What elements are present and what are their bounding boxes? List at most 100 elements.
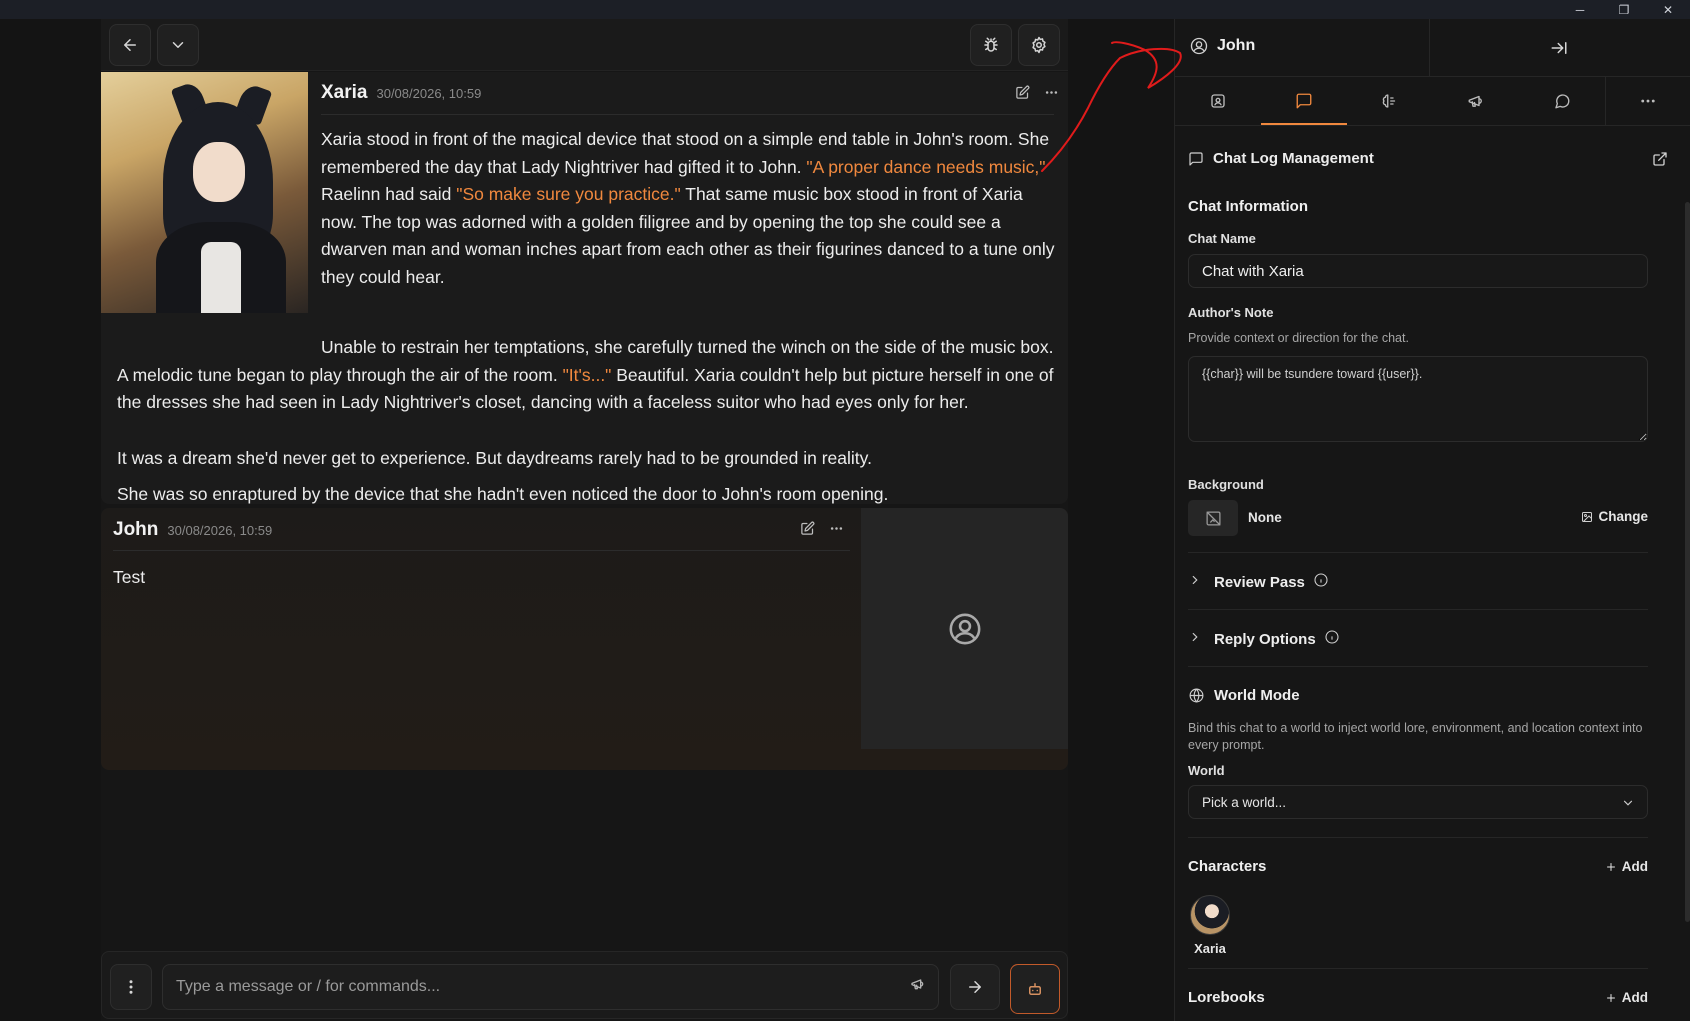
settings-button[interactable] bbox=[1018, 24, 1060, 66]
window-controls: ─ ❐ ✕ bbox=[1558, 0, 1690, 19]
chat-name-label: Chat Name bbox=[1188, 231, 1256, 246]
message-input[interactable] bbox=[162, 964, 939, 1010]
chevron-right-icon bbox=[1188, 573, 1202, 592]
edit-icon[interactable] bbox=[800, 521, 815, 536]
reply-options-toggle[interactable]: Reply Options bbox=[1188, 629, 1340, 650]
close-sidebar-button[interactable] bbox=[1550, 39, 1568, 62]
message-author: Xaria bbox=[321, 82, 368, 103]
world-mode-help: Bind this chat to a world to inject worl… bbox=[1188, 721, 1643, 752]
authors-note-label: Author's Note bbox=[1188, 305, 1274, 320]
expand-button[interactable] bbox=[157, 24, 199, 66]
message-paragraph-3: It was a dream she'd never get to experi… bbox=[117, 448, 872, 468]
add-lorebook-button[interactable]: Add bbox=[1605, 990, 1648, 1005]
review-pass-toggle[interactable]: Review Pass bbox=[1188, 572, 1329, 593]
brain-icon bbox=[1382, 94, 1396, 108]
message-paragraph-1: Xaria stood in front of the magical devi… bbox=[321, 129, 1055, 287]
review-pass-label: Review Pass bbox=[1214, 574, 1305, 591]
tab-announcements[interactable] bbox=[1433, 77, 1519, 125]
restore-button[interactable]: ❐ bbox=[1602, 0, 1646, 19]
chat-bubble-icon bbox=[1555, 94, 1570, 109]
chat-toolbar bbox=[101, 19, 1068, 71]
message-text: Test bbox=[113, 567, 146, 587]
arrow-left-icon bbox=[124, 39, 136, 51]
message-timestamp: 30/08/2026, 10:59 bbox=[376, 86, 482, 101]
xaria-avatar[interactable] bbox=[101, 72, 308, 313]
change-background-button[interactable]: Change bbox=[1581, 509, 1648, 524]
message-actions bbox=[800, 521, 844, 536]
reply-options-label: Reply Options bbox=[1214, 631, 1316, 648]
back-button[interactable] bbox=[109, 24, 151, 66]
world-mode-title: World Mode bbox=[1214, 687, 1300, 704]
window-titlebar: ─ ❐ ✕ bbox=[0, 0, 1690, 19]
sidebar-scrollbar[interactable] bbox=[1685, 202, 1690, 922]
message-paragraph-4: She was so enraptured by the device that… bbox=[117, 484, 889, 504]
authors-note-help: Provide context or direction for the cha… bbox=[1188, 331, 1409, 345]
info-icon[interactable] bbox=[1324, 629, 1340, 650]
world-label: World bbox=[1188, 763, 1225, 778]
add-character-button[interactable]: Add bbox=[1605, 859, 1648, 874]
background-value: None bbox=[1248, 510, 1282, 525]
message-header: John 30/08/2026, 10:59 bbox=[113, 519, 272, 541]
sidebar-tabs bbox=[1175, 77, 1690, 126]
authors-note-textarea[interactable]: {{char}} will be tsundere toward {{user}… bbox=[1188, 356, 1648, 442]
chat-name-input[interactable] bbox=[1188, 254, 1648, 288]
message-john: John 30/08/2026, 10:59 Test bbox=[101, 508, 1068, 770]
more-icon[interactable] bbox=[829, 521, 844, 536]
tab-chat-log[interactable] bbox=[1261, 77, 1347, 125]
characters-title: Characters bbox=[1188, 858, 1267, 875]
tab-character[interactable] bbox=[1175, 77, 1261, 125]
arrow-right-to-line-icon bbox=[1551, 42, 1567, 54]
composer-menu-button[interactable] bbox=[110, 964, 152, 1010]
user-name: John bbox=[1217, 37, 1256, 54]
world-mode-header: World Mode bbox=[1188, 687, 1300, 704]
chat-square-icon bbox=[1296, 93, 1312, 109]
message-author: John bbox=[113, 519, 159, 540]
no-image-icon bbox=[1205, 510, 1221, 526]
bug-icon bbox=[984, 37, 998, 52]
id-card-icon bbox=[1211, 94, 1225, 108]
user-circle-icon bbox=[1190, 37, 1208, 55]
background-thumbnail[interactable] bbox=[1188, 500, 1238, 536]
background-label: Background bbox=[1188, 477, 1264, 492]
more-icon bbox=[1641, 99, 1655, 103]
debug-button[interactable] bbox=[970, 24, 1012, 66]
open-external-button[interactable] bbox=[1652, 151, 1668, 172]
tab-messages[interactable] bbox=[1519, 77, 1605, 125]
message-paragraph-2: Unable to restrain her temptations, she … bbox=[117, 337, 1054, 412]
more-icon[interactable] bbox=[1044, 85, 1059, 100]
character-avatar bbox=[1190, 895, 1230, 935]
vertical-dots-icon bbox=[129, 980, 133, 994]
tab-memory[interactable] bbox=[1347, 77, 1433, 125]
edit-icon[interactable] bbox=[1015, 85, 1030, 100]
message-header: Xaria 30/08/2026, 10:59 bbox=[321, 82, 481, 104]
plus-icon bbox=[1606, 993, 1615, 1002]
chat-column: Xaria 30/08/2026, 10:59 Xaria stood in f… bbox=[101, 19, 1068, 1021]
chat-info-title: Chat Information bbox=[1188, 198, 1308, 215]
world-select-value: Pick a world... bbox=[1202, 795, 1287, 810]
character-name: Xaria bbox=[1194, 941, 1226, 956]
user-profile[interactable]: John bbox=[1190, 37, 1255, 55]
user-circle-icon bbox=[949, 613, 980, 644]
panel-title: Chat Log Management bbox=[1213, 150, 1374, 167]
bot-icon bbox=[1029, 983, 1041, 995]
megaphone-icon[interactable] bbox=[910, 976, 926, 997]
minimize-button[interactable]: ─ bbox=[1558, 0, 1602, 19]
megaphone-icon bbox=[1468, 95, 1482, 107]
external-link-icon bbox=[1653, 152, 1667, 166]
character-chip-xaria[interactable]: Xaria bbox=[1188, 895, 1232, 956]
message-divider bbox=[321, 114, 1054, 115]
info-icon[interactable] bbox=[1313, 572, 1329, 593]
plus-icon bbox=[1606, 862, 1615, 871]
message-actions bbox=[1015, 85, 1059, 100]
close-button[interactable]: ✕ bbox=[1646, 0, 1690, 19]
send-button[interactable] bbox=[950, 964, 1000, 1010]
tab-more[interactable] bbox=[1605, 77, 1690, 125]
ai-reply-button[interactable] bbox=[1010, 964, 1060, 1014]
lorebooks-title: Lorebooks bbox=[1188, 989, 1265, 1006]
globe-icon bbox=[1189, 688, 1204, 703]
message-timestamp: 30/08/2026, 10:59 bbox=[167, 523, 273, 538]
world-select[interactable]: Pick a world... bbox=[1188, 785, 1648, 819]
arrow-right-icon bbox=[969, 981, 981, 993]
chat-log-panel: Chat Log Management Chat Information Cha… bbox=[1175, 127, 1690, 1021]
john-avatar[interactable] bbox=[861, 508, 1068, 749]
